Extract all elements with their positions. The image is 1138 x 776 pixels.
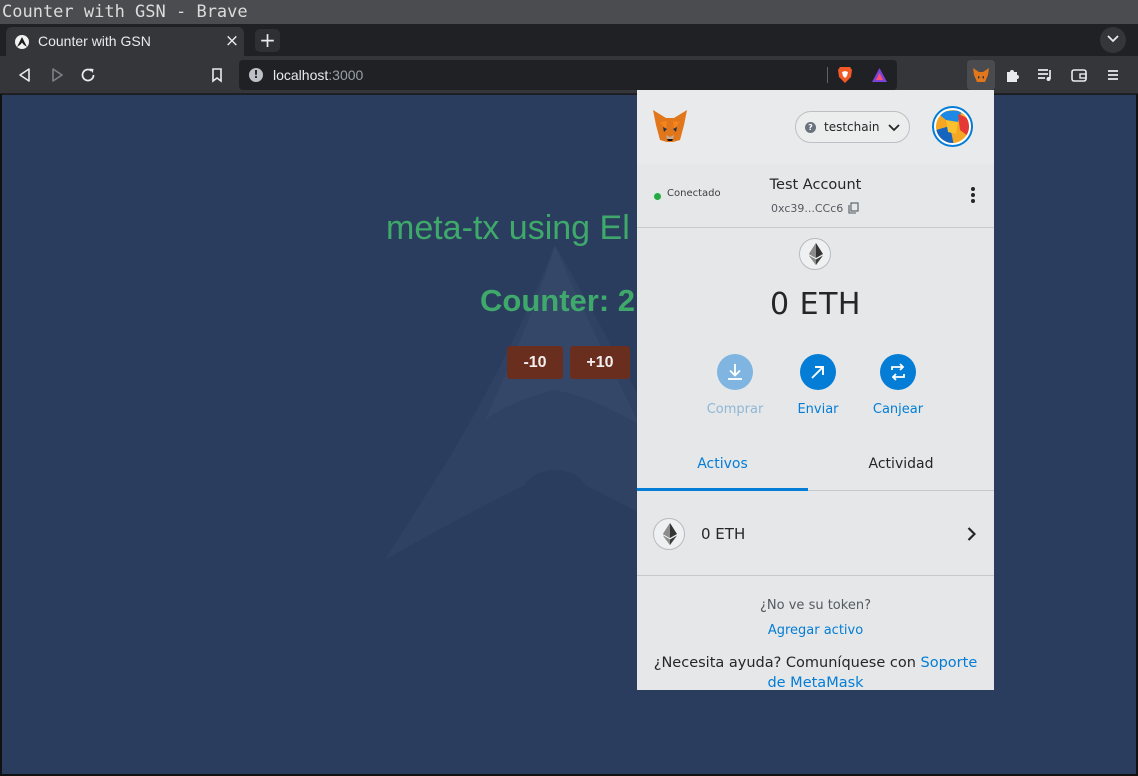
help-prefix: ¿Necesita ayuda? Comuníquese con xyxy=(653,655,921,671)
swap-button[interactable]: Canjear xyxy=(858,354,938,417)
url-text[interactable]: localhost:3000 xyxy=(273,60,363,90)
metamask-popup: ? testchain Conectado Test Account 0xc39… xyxy=(637,90,994,690)
url-separator xyxy=(827,67,828,83)
brave-rewards-icon[interactable] xyxy=(871,67,888,83)
page-heading: meta-tx using El xyxy=(386,209,630,247)
toolbar: ! localhost:3000 xyxy=(0,56,1138,94)
tab-assets[interactable]: Activos xyxy=(637,442,808,490)
url-host: localhost xyxy=(273,67,329,83)
network-name: testchain xyxy=(824,120,880,134)
tab-strip: Counter with GSN × + xyxy=(0,24,1138,56)
buy-label: Comprar xyxy=(706,402,764,417)
chevron-right-icon xyxy=(967,527,976,541)
decrement-button[interactable]: -10 xyxy=(507,346,563,379)
window-title: Counter with GSN - Brave xyxy=(0,0,1138,24)
address-bar[interactable]: ! localhost:3000 xyxy=(239,60,897,90)
extensions-puzzle-icon[interactable] xyxy=(1004,66,1022,84)
metamask-logo-icon[interactable] xyxy=(651,108,689,144)
metamask-fox-icon xyxy=(973,68,989,82)
network-selector[interactable]: ? testchain xyxy=(795,111,910,143)
ethereum-icon xyxy=(653,518,685,550)
send-button[interactable]: Enviar xyxy=(778,354,858,417)
account-avatar-icon[interactable] xyxy=(932,106,973,147)
window-border-left xyxy=(0,94,2,776)
menu-icon[interactable] xyxy=(1104,66,1122,84)
download-icon xyxy=(717,354,753,390)
counter-value: Counter: 2 xyxy=(480,283,635,318)
metamask-header: ? testchain xyxy=(637,90,994,164)
active-tab-indicator xyxy=(637,488,808,491)
new-tab-button[interactable]: + xyxy=(255,29,280,52)
tab-title: Counter with GSN xyxy=(38,33,151,49)
media-playlist-icon[interactable] xyxy=(1036,66,1054,84)
swap-icon xyxy=(880,354,916,390)
swap-label: Canjear xyxy=(872,402,924,417)
reload-icon[interactable] xyxy=(79,66,97,84)
account-balance: 0 ETH xyxy=(770,287,861,322)
account-bar: Conectado Test Account 0xc39...CCc6 xyxy=(637,164,994,228)
forward-icon[interactable] xyxy=(48,66,66,84)
bookmark-icon[interactable] xyxy=(208,66,226,84)
buy-button[interactable]: Comprar xyxy=(695,354,775,417)
account-name: Test Account xyxy=(769,177,862,193)
account-address[interactable]: 0xc39...CCc6 xyxy=(771,202,843,215)
copy-icon[interactable] xyxy=(848,202,859,214)
arch-favicon-icon xyxy=(15,35,29,49)
tab-counter-gsn[interactable]: Counter with GSN × xyxy=(6,27,244,56)
back-icon[interactable] xyxy=(16,66,34,84)
increment-button[interactable]: +10 xyxy=(570,346,630,379)
wallet-icon[interactable] xyxy=(1070,66,1088,84)
brave-shields-icon[interactable] xyxy=(837,66,853,84)
help-text: ¿Necesita ayuda? Comuníquese con Soporte… xyxy=(645,653,986,690)
url-port: :3000 xyxy=(328,67,364,83)
tab-search-button[interactable] xyxy=(1100,27,1126,53)
asset-balance: 0 ETH xyxy=(701,525,746,543)
missing-token-prompt: ¿No ve su token? xyxy=(760,598,871,613)
asset-list-item[interactable]: 0 ETH xyxy=(637,492,994,576)
wallet-tabs: Activos Actividad xyxy=(637,442,994,491)
account-options-icon[interactable] xyxy=(969,187,977,207)
close-tab-icon[interactable]: × xyxy=(224,33,240,50)
add-token-link[interactable]: Agregar activo xyxy=(637,623,994,638)
chevron-down-icon xyxy=(888,124,900,132)
connected-status-dot xyxy=(654,193,661,200)
tab-activity[interactable]: Actividad xyxy=(808,442,994,490)
chevron-down-icon xyxy=(1107,35,1119,43)
network-status-icon: ? xyxy=(805,122,816,133)
send-label: Enviar xyxy=(797,402,839,417)
send-arrow-icon xyxy=(800,354,836,390)
site-info-icon[interactable]: ! xyxy=(249,68,263,82)
metamask-extension-button[interactable] xyxy=(967,60,995,90)
ethereum-icon xyxy=(799,238,831,270)
